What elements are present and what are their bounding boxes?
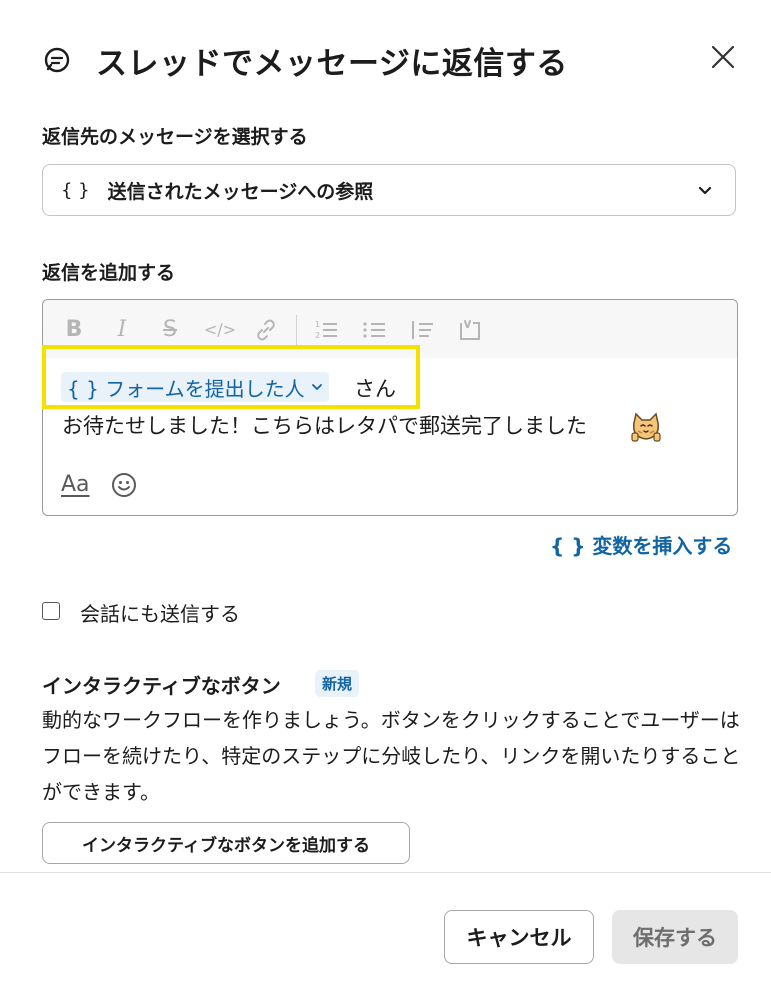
variable-brace-icon: { } [61,179,90,201]
send-to-conversation-checkbox[interactable] [42,602,60,620]
svg-text:1: 1 [315,320,320,329]
link-icon[interactable] [253,317,279,343]
cat-emoji-icon [631,412,661,442]
save-button[interactable]: 保存する [612,910,738,964]
toolbar-divider [296,315,297,345]
add-interactive-button[interactable]: インタラクティブなボタンを追加する [42,822,410,864]
chevron-down-icon [311,384,322,391]
bold-icon[interactable]: B [61,317,87,343]
send-to-conversation-label: 会話にも送信する [80,602,240,626]
reply-target-select[interactable]: { } 送信されたメッセージへの参照 [42,164,736,216]
reply-message-text: お待たせしました！こちらはレタパで郵送完了しました [62,414,587,438]
emoji-icon[interactable] [111,472,137,498]
quote-icon[interactable] [409,317,435,343]
reply-suffix-text: さん [354,377,396,401]
footer-divider [0,872,771,873]
chevron-down-icon [698,186,712,195]
numbered-list-icon[interactable]: 1 2 [313,317,339,343]
code-block-icon[interactable] [457,317,483,343]
interactive-buttons-description: 動的なワークフローを作りましょう。ボタンをクリックすることでユーザーはフローを続… [42,708,741,804]
variable-chip[interactable]: { } フォームを提出した人 [61,372,329,402]
reply-target-label: 返信先のメッセージを選択する [42,126,308,148]
variable-chip-label: { } フォームを提出した人 [67,376,305,401]
svg-text:2: 2 [315,331,320,340]
reply-target-value: 送信されたメッセージへの参照 [107,180,374,203]
bulleted-list-icon[interactable] [361,317,387,343]
close-icon[interactable] [706,40,740,74]
italic-icon[interactable]: I [109,317,135,343]
dialog-title: スレッドでメッセージに返信する [96,46,568,82]
thread-reply-icon [44,47,70,73]
interactive-buttons-title: インタラクティブなボタン [42,674,281,698]
code-icon[interactable]: </> [203,317,237,343]
strikethrough-icon[interactable]: S [157,317,183,343]
new-badge: 新規 [315,670,360,697]
text-format-button[interactable]: Aa [61,472,90,497]
cancel-button[interactable]: キャンセル [444,910,594,964]
insert-variable-link[interactable]: { } 変数を挿入する [550,530,732,559]
reply-label: 返信を追加する [42,262,176,284]
